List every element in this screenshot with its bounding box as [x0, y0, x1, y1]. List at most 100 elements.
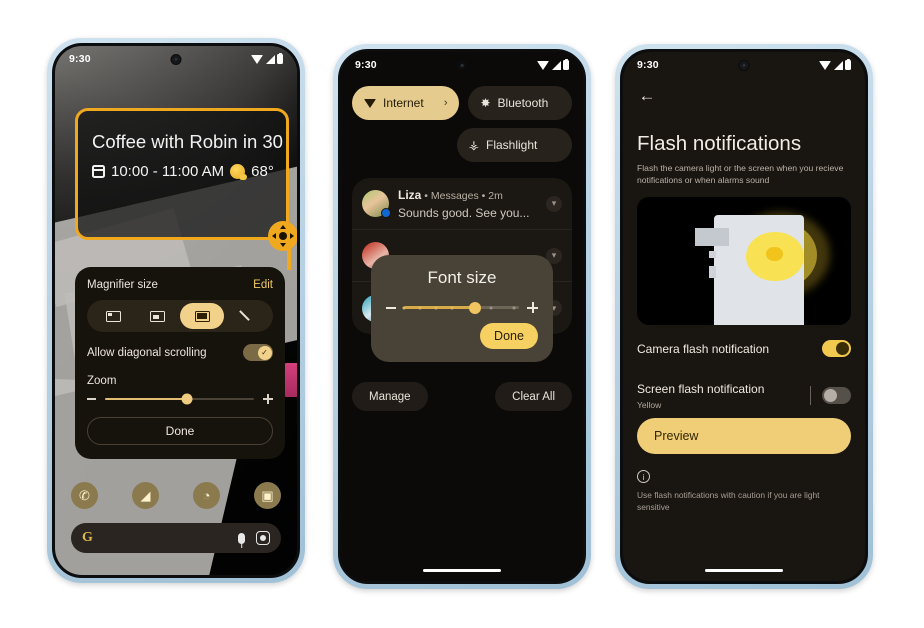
- chevron-right-icon[interactable]: ›: [444, 97, 448, 109]
- toggle-knob: [824, 388, 837, 402]
- pan-arrow-right: [290, 232, 294, 239]
- row-divider: [810, 385, 811, 405]
- flash-glow-core: [766, 246, 783, 261]
- magnifier-window[interactable]: Coffee with Robin in 30 10:00 - 11:00 AM…: [75, 108, 297, 251]
- slider-tick: [450, 306, 454, 309]
- dock-chrome[interactable]: ◔: [193, 482, 220, 509]
- app-dock: ✆ ◢ ◔ ▣: [71, 482, 281, 509]
- quick-settings-tiles: Internet › ✸ Bluetooth ⚶ Flashlight: [352, 86, 572, 170]
- front-camera-punch-hole: [456, 60, 468, 71]
- manage-button[interactable]: Manage: [352, 382, 428, 411]
- magnifier-settings-card: Magnifier size Edit Allow diagonal scrol…: [75, 267, 285, 459]
- home-gesture-bar[interactable]: [423, 568, 501, 572]
- camera-flash-label: Camera flash notification: [637, 341, 770, 356]
- quick-settings-spacer: [352, 128, 448, 162]
- quick-tile-internet-label: Internet: [383, 96, 424, 110]
- size-large-option[interactable]: [180, 303, 225, 329]
- notification-sender: Liza: [398, 187, 422, 202]
- font-size-slider-fill: [404, 306, 476, 309]
- font-size-slider-thumb[interactable]: [469, 301, 482, 314]
- dock-camera[interactable]: ▣: [254, 482, 281, 509]
- font-size-dialog-actions: Done: [386, 323, 538, 349]
- microphone-icon[interactable]: [238, 532, 245, 544]
- phone-1-screen: 9:30 Coffee with Robin in 30 10:00 - 11:…: [52, 43, 300, 578]
- size-fullscreen-option[interactable]: [225, 303, 269, 329]
- quick-tile-flashlight[interactable]: ⚶ Flashlight: [456, 128, 572, 162]
- rectangle-large-icon: [194, 310, 210, 322]
- dock-messages[interactable]: ◢: [132, 482, 159, 509]
- edit-button[interactable]: Edit: [253, 279, 273, 291]
- size-medium-option[interactable]: [136, 303, 180, 329]
- diagonal-scrolling-row: Allow diagonal scrolling: [87, 344, 273, 361]
- screen-flash-label: Screen flash notification: [637, 382, 765, 396]
- diagonal-scrolling-label: Allow diagonal scrolling: [87, 346, 207, 359]
- clear-all-button[interactable]: Clear All: [495, 382, 572, 411]
- flashlight-icon: ⚶: [468, 138, 479, 152]
- rectangle-medium-icon: [150, 310, 166, 322]
- notification-meta: Liza • Messages • 2m: [398, 187, 503, 202]
- google-icon: G: [82, 530, 93, 545]
- font-size-title: Font size: [427, 268, 497, 287]
- illustration-button-upper: [708, 250, 717, 259]
- quick-tile-internet[interactable]: Internet ›: [352, 86, 460, 120]
- zoom-slider-row: [87, 393, 273, 405]
- pan-arrow-up: [279, 225, 286, 229]
- toggle-knob-check-icon: [257, 345, 272, 360]
- font-size-slider-row: [386, 301, 538, 314]
- event-time-range: 10:00 - 11:00 AM: [111, 163, 225, 180]
- event-temperature: 68°: [251, 163, 274, 180]
- avatar: [362, 190, 391, 218]
- toggle-knob: [836, 342, 849, 355]
- dock-phone[interactable]: ✆: [71, 482, 98, 509]
- plus-icon[interactable]: [263, 394, 273, 404]
- screen-flash-text: Screen flash notification Yellow: [637, 380, 764, 410]
- zoom-slider-fill: [105, 397, 187, 401]
- preview-button[interactable]: Preview: [637, 418, 851, 454]
- notification-time: 2m: [488, 189, 503, 202]
- diagonal-resize-icon: [239, 309, 254, 324]
- magnified-event-title: Coffee with Robin in 30: [92, 131, 283, 152]
- shade-actions: Manage Clear All: [352, 382, 572, 411]
- pan-move-icon[interactable]: [268, 221, 297, 251]
- illustration-button-lower: [708, 266, 717, 278]
- screenshot-canvas: 9:30 Coffee with Robin in 30 10:00 - 11:…: [0, 0, 924, 628]
- font-size-dialog: Font size Done: [371, 255, 553, 362]
- google-search-bar[interactable]: G: [71, 523, 281, 553]
- pan-arrow-down: [279, 243, 286, 247]
- quick-tile-bluetooth[interactable]: ✸ Bluetooth: [468, 86, 572, 120]
- camera-flash-toggle[interactable]: [822, 340, 851, 357]
- magnified-event-details: 10:00 - 11:00 AM 68°: [92, 163, 274, 180]
- minus-icon[interactable]: [386, 306, 396, 309]
- screen-flash-row[interactable]: Screen flash notification Yellow: [637, 380, 851, 410]
- google-lens-icon[interactable]: [256, 531, 270, 545]
- partly-cloudy-icon: [230, 164, 248, 180]
- camera-flash-row[interactable]: Camera flash notification: [637, 340, 851, 357]
- screen-flash-color-value: Yellow: [637, 400, 662, 410]
- size-small-option[interactable]: [91, 303, 135, 329]
- home-gesture-bar[interactable]: [705, 568, 783, 572]
- diagonal-scrolling-toggle[interactable]: [243, 344, 273, 361]
- phone-3-screen: 9:30 ← Flash notifications Flash the cam…: [620, 49, 868, 584]
- quick-tile-bluetooth-label: Bluetooth: [497, 96, 549, 110]
- chevron-down-icon[interactable]: ▾: [546, 195, 562, 212]
- pan-arrow-left: [272, 232, 276, 239]
- page-title: Flash notifications: [637, 132, 802, 155]
- plus-icon[interactable]: [527, 302, 538, 313]
- footnote-text: Use flash notifications with caution if …: [637, 490, 820, 513]
- back-arrow-icon[interactable]: ←: [636, 85, 658, 107]
- screen-flash-toggle[interactable]: [822, 386, 851, 404]
- zoom-slider[interactable]: [105, 393, 254, 405]
- quick-tile-flashlight-label: Flashlight: [485, 138, 538, 152]
- bluetooth-icon: ✸: [480, 96, 491, 110]
- done-button[interactable]: Done: [87, 417, 273, 445]
- font-size-done-button[interactable]: Done: [480, 323, 538, 349]
- phone-3-flash-notifications: 9:30 ← Flash notifications Flash the cam…: [615, 44, 873, 589]
- calendar-icon: [92, 165, 105, 178]
- notification-row[interactable]: Liza • Messages • 2m Sounds good. See yo…: [352, 178, 572, 230]
- font-size-slider[interactable]: [402, 301, 519, 314]
- minus-icon[interactable]: [87, 398, 96, 400]
- front-camera-punch-hole: [738, 60, 750, 71]
- illustration-camera-bar: [694, 227, 729, 246]
- rectangle-small-icon: [105, 310, 121, 322]
- zoom-slider-thumb[interactable]: [181, 393, 193, 405]
